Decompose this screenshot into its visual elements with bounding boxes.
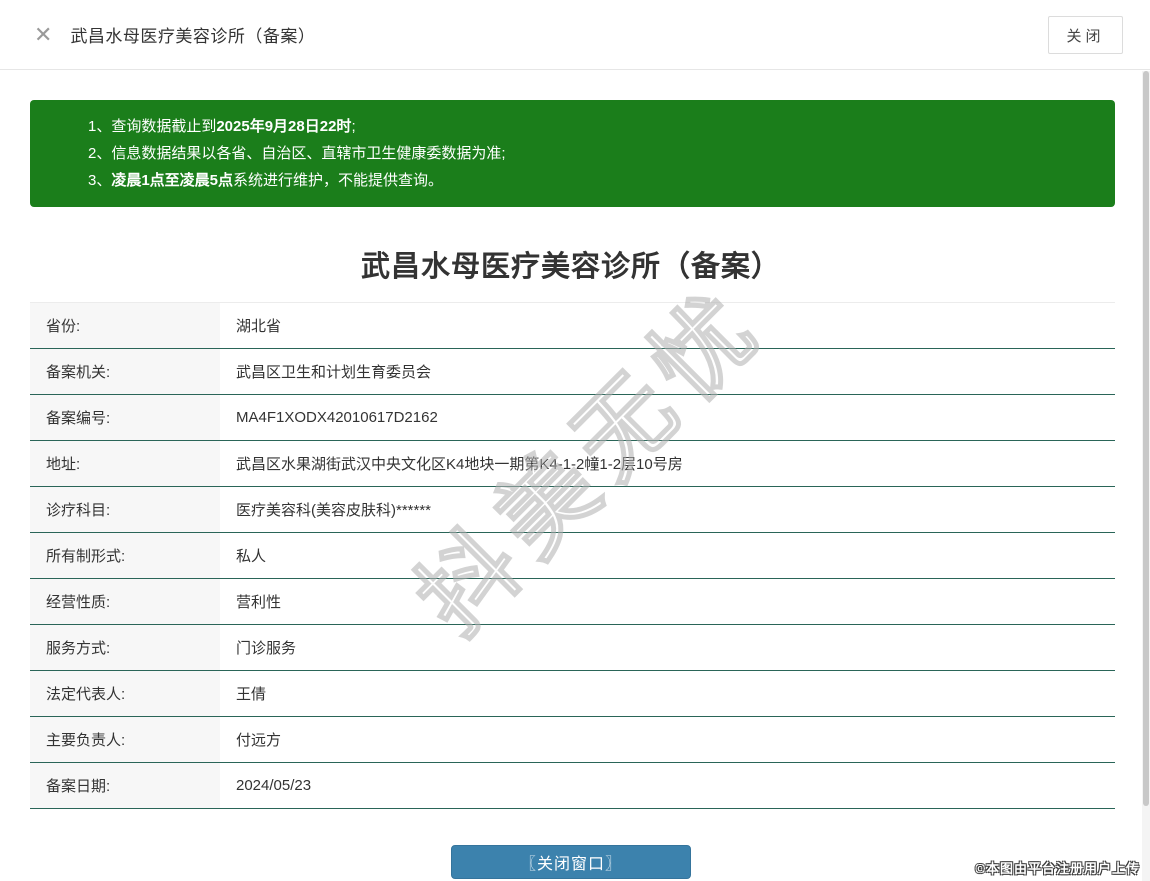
table-row-filing-date: 备案日期: 2024/05/23 xyxy=(30,763,1115,809)
row-label: 备案机关: xyxy=(30,349,220,394)
row-label: 备案日期: xyxy=(30,763,220,808)
close-x-icon[interactable]: ✕ xyxy=(34,23,52,46)
table-row-operation-nature: 经营性质: 营利性 xyxy=(30,579,1115,625)
table-row-filing-authority: 备案机关: 武昌区卫生和计划生育委员会 xyxy=(30,349,1115,395)
row-label: 省份: xyxy=(30,303,220,348)
row-label: 服务方式: xyxy=(30,625,220,670)
table-row-service-mode: 服务方式: 门诊服务 xyxy=(30,625,1115,671)
row-label: 备案编号: xyxy=(30,395,220,440)
notice-box: 1、查询数据截止到2025年9月28日22时; 2、信息数据结果以各省、自治区、… xyxy=(30,100,1115,207)
row-label: 所有制形式: xyxy=(30,533,220,578)
row-value: 武昌区水果湖街武汉中央文化区K4地块一期第K4-1-2幢1-2层10号房 xyxy=(236,456,683,473)
scrollbar-thumb[interactable] xyxy=(1143,71,1149,806)
close-window-button[interactable]: 〖关闭窗口〗 xyxy=(451,845,691,879)
row-label: 诊疗科目: xyxy=(30,487,220,532)
notice-line-3: 3、凌晨1点至凌晨5点系统进行维护，不能提供查询。 xyxy=(88,172,444,189)
row-value: 王倩 xyxy=(236,686,267,703)
row-value: 私人 xyxy=(236,548,267,565)
table-row-filing-number: 备案编号: MA4F1XODX42010617D2162 xyxy=(30,395,1115,441)
row-value: 付远方 xyxy=(236,732,282,749)
row-value: 医疗美容科(美容皮肤科)****** xyxy=(236,502,432,519)
row-label: 法定代表人: xyxy=(30,671,220,716)
row-value: 营利性 xyxy=(236,594,282,611)
table-row-medical-subjects: 诊疗科目: 医疗美容科(美容皮肤科)****** xyxy=(30,487,1115,533)
row-label: 地址: xyxy=(30,441,220,486)
notice-line-2: 2、信息数据结果以各省、自治区、直辖市卫生健康委数据为准; xyxy=(88,145,506,162)
close-button[interactable]: 关闭 xyxy=(1048,16,1123,54)
info-table: 省份: 湖北省 备案机关: 武昌区卫生和计划生育委员会 备案编号: MA4F1X… xyxy=(30,302,1115,809)
row-value: 湖北省 xyxy=(236,318,282,335)
row-value: MA4F1XODX42010617D2162 xyxy=(236,409,438,426)
row-value: 门诊服务 xyxy=(236,640,297,657)
table-row-legal-representative: 法定代表人: 王倩 xyxy=(30,671,1115,717)
row-label: 经营性质: xyxy=(30,579,220,624)
page-title: 武昌水母医疗美容诊所（备案） xyxy=(360,251,781,283)
table-row-ownership: 所有制形式: 私人 xyxy=(30,533,1115,579)
window-titlebar: ✕ 武昌水母医疗美容诊所（备案） 关闭 xyxy=(0,0,1150,70)
table-row-province: 省份: 湖北省 xyxy=(30,303,1115,349)
table-row-address: 地址: 武昌区水果湖街武汉中央文化区K4地块一期第K4-1-2幢1-2层10号房 xyxy=(30,441,1115,487)
window-title: 武昌水母医疗美容诊所（备案） xyxy=(70,27,316,46)
page-content: 1、查询数据截止到2025年9月28日22时; 2、信息数据结果以各省、自治区、… xyxy=(0,100,1142,879)
row-value: 武昌区卫生和计划生育委员会 xyxy=(236,364,432,381)
notice-line-1: 1、查询数据截止到2025年9月28日22时; xyxy=(88,118,356,135)
row-label: 主要负责人: xyxy=(30,717,220,762)
scrollbar-track[interactable] xyxy=(1142,71,1150,881)
footer: 〖关闭窗口〗 xyxy=(0,845,1142,879)
copyright-watermark: ©本图由平台注册用户上传 xyxy=(975,861,1140,876)
table-row-principal: 主要负责人: 付远方 xyxy=(30,717,1115,763)
row-value: 2024/05/23 xyxy=(236,777,312,794)
